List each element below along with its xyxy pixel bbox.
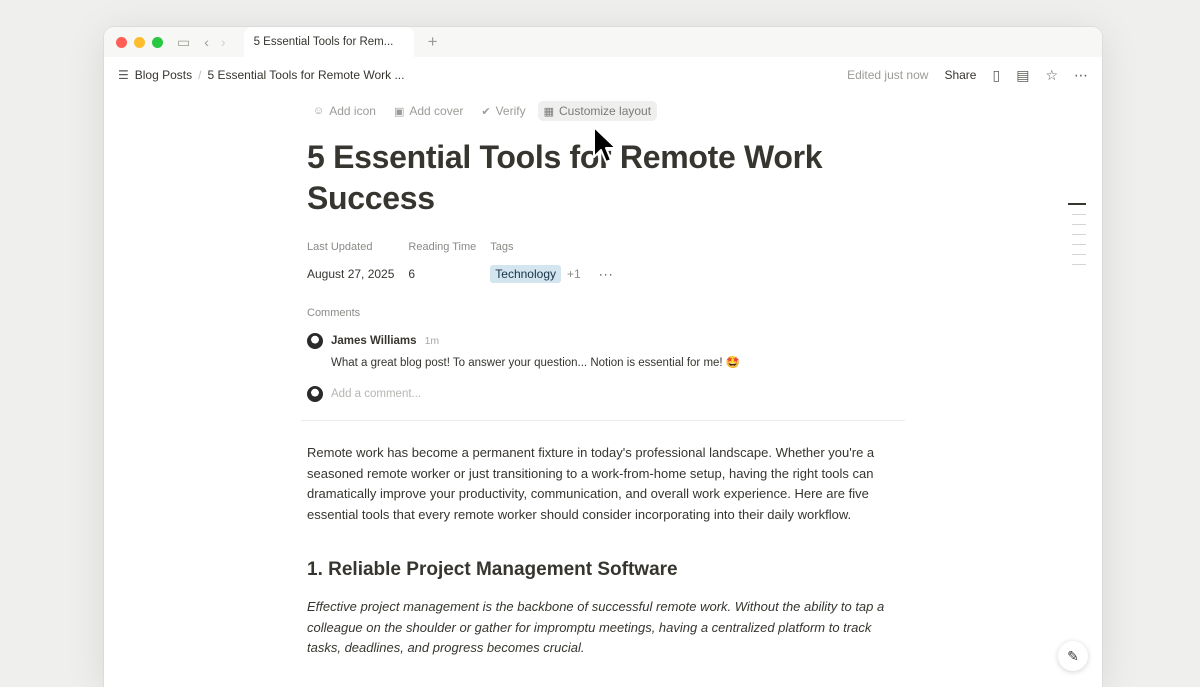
more-options-icon[interactable]: ⋯	[1074, 67, 1088, 84]
tab-current-page[interactable]: 5 Essential Tools for Rem...	[243, 27, 414, 57]
comment-author[interactable]: James Williams	[331, 335, 417, 347]
edited-status: Edited just now	[847, 68, 929, 82]
comment-time: 1m	[424, 335, 440, 347]
top-bar-actions: Edited just now Share ▯ ▤ ☆ ⋯	[847, 67, 1088, 84]
table-of-contents-outline[interactable]	[1068, 203, 1086, 265]
property-reading-time[interactable]: Reading Time 6	[408, 241, 476, 284]
sidebar-toggle-icon[interactable]: ▭	[177, 34, 190, 51]
add-icon-button[interactable]: ☺ Add icon	[307, 101, 382, 121]
comments-label: Comments	[307, 307, 361, 319]
toc-line[interactable]	[1072, 264, 1086, 265]
top-bar: ☰ Blog Posts / 5 Essential Tools for Rem…	[104, 57, 1102, 93]
tags-value: Technology +1 ···	[490, 264, 613, 284]
tag-chip[interactable]: Technology	[490, 265, 561, 283]
comment-text: What a great blog post! To answer your q…	[331, 357, 741, 369]
toc-line[interactable]	[1072, 244, 1086, 245]
database-icon: ☰	[118, 68, 129, 82]
new-tab-button[interactable]: +	[428, 32, 438, 52]
comment: James Williams 1m What a great blog post…	[307, 333, 907, 369]
breadcrumb-page[interactable]: 5 Essential Tools for Remote Work ...	[207, 68, 404, 82]
property-label: Reading Time	[408, 241, 477, 253]
section-heading[interactable]: 1. Reliable Project Management Software	[307, 559, 907, 581]
add-comment-field[interactable]: Add a comment...	[307, 386, 907, 402]
tab-title: 5 Essential Tools for Rem...	[253, 36, 394, 48]
toc-line[interactable]	[1072, 224, 1086, 225]
property-value: August 27, 2025	[307, 267, 395, 281]
property-last-updated[interactable]: Last Updated August 27, 2025	[307, 241, 394, 284]
divider	[301, 420, 905, 421]
property-tags[interactable]: Tags Technology +1 ···	[490, 241, 613, 284]
comment-header: James Williams 1m	[307, 333, 907, 349]
star-icon[interactable]: ☆	[1045, 67, 1058, 84]
avatar	[307, 386, 323, 402]
window-controls	[116, 36, 163, 48]
minimize-window-button[interactable]	[134, 36, 145, 48]
avatar[interactable]	[307, 333, 323, 349]
comments-icon[interactable]: ▤	[1016, 67, 1029, 84]
forward-arrow-icon[interactable]: ›	[221, 34, 226, 50]
add-icon-label: Add icon	[329, 104, 376, 118]
page-content: ☺ Add icon ▣ Add cover ✔ Verify ▦ Custom…	[301, 99, 907, 659]
help-icon: ✎	[1067, 647, 1079, 664]
page-actions: ☺ Add icon ▣ Add cover ✔ Verify ▦ Custom…	[307, 99, 907, 123]
toc-line[interactable]	[1072, 214, 1086, 215]
more-properties-button[interactable]: ···	[599, 267, 614, 281]
customize-layout-button[interactable]: ▦ Customize layout	[537, 101, 658, 121]
section-paragraph[interactable]: Effective project management is the back…	[307, 597, 887, 659]
tab-bar: ▭ ‹ › 5 Essential Tools for Rem... +	[104, 27, 1102, 57]
layout-icon[interactable]: ▯	[992, 67, 1000, 84]
toc-line[interactable]	[1068, 203, 1086, 205]
customize-layout-label: Customize layout	[559, 104, 652, 118]
breadcrumb-separator: /	[198, 68, 202, 82]
breadcrumb-root[interactable]: Blog Posts	[135, 68, 192, 82]
close-window-button[interactable]	[116, 36, 127, 48]
back-arrow-icon[interactable]: ‹	[204, 34, 209, 50]
verify-label: Verify	[495, 104, 526, 118]
add-comment-placeholder: Add a comment...	[331, 388, 422, 400]
smiley-icon: ☺	[313, 105, 325, 117]
toc-line[interactable]	[1072, 254, 1086, 255]
share-button[interactable]: Share	[944, 68, 976, 82]
add-cover-button[interactable]: ▣ Add cover	[388, 101, 469, 121]
maximize-window-button[interactable]	[152, 36, 163, 48]
toc-line[interactable]	[1072, 234, 1086, 235]
verify-button[interactable]: ✔ Verify	[475, 101, 531, 121]
help-button[interactable]: ✎	[1058, 641, 1088, 671]
mouse-cursor-icon	[593, 126, 617, 163]
intro-paragraph[interactable]: Remote work has become a permanent fixtu…	[307, 443, 887, 525]
property-label: Tags	[490, 241, 514, 253]
tag-overflow-count[interactable]: +1	[567, 267, 581, 281]
property-label: Last Updated	[307, 241, 373, 253]
add-cover-label: Add cover	[409, 104, 464, 118]
breadcrumb: ☰ Blog Posts / 5 Essential Tools for Rem…	[118, 68, 404, 82]
image-icon: ▣	[393, 105, 405, 118]
layout-grid-icon: ▦	[543, 105, 555, 118]
property-value: 6	[408, 267, 416, 281]
page-properties: Last Updated August 27, 2025 Reading Tim…	[307, 241, 907, 284]
verified-badge-icon: ✔	[481, 105, 491, 118]
